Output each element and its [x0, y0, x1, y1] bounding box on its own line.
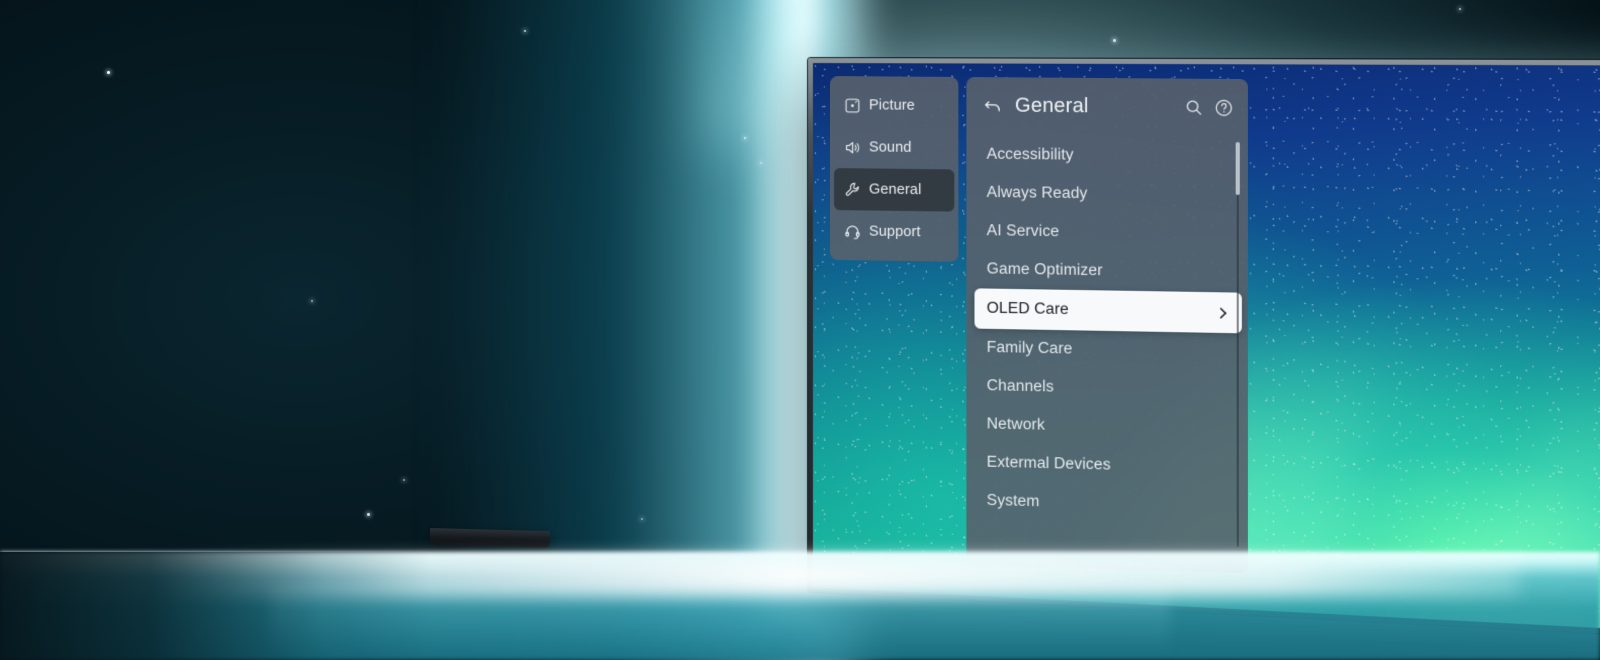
wrench-icon [844, 181, 861, 198]
chevron-right-icon [1216, 306, 1229, 319]
menu-item-label: Extermal Devices [987, 454, 1111, 475]
star [524, 30, 526, 32]
sidebar-item-label: Picture [869, 97, 915, 113]
sidebar-item-label: Sound [869, 139, 912, 155]
star [367, 513, 370, 516]
menu-item-label: Family Care [987, 339, 1073, 359]
sidebar-item-label: Support [869, 224, 921, 241]
menu-item-label: OLED Care [987, 300, 1069, 320]
settings-overlay: Picture Sound General [830, 76, 1248, 573]
scene-root: Picture Sound General [0, 0, 1600, 660]
menu-item-game-optimizer[interactable]: Game Optimizer [966, 250, 1248, 293]
sidebar-item-picture[interactable]: Picture [834, 84, 954, 127]
star [641, 518, 643, 520]
menu-item-label: Network [987, 415, 1045, 434]
menu-item-always-ready[interactable]: Always Ready [966, 174, 1248, 216]
menu-scrollbar-track[interactable] [1237, 142, 1239, 547]
menu-item-label: Channels [987, 377, 1054, 396]
sidebar-item-support[interactable]: Support [834, 210, 954, 254]
settings-sidebar: Picture Sound General [830, 76, 958, 262]
menu-item-accessibility[interactable]: Accessibility [966, 135, 1248, 176]
star [107, 71, 110, 74]
floor-left-shadow [0, 552, 430, 660]
headset-icon [844, 223, 861, 240]
star [744, 137, 746, 139]
search-icon[interactable] [1184, 97, 1204, 116]
menu-item-system[interactable]: System [966, 481, 1248, 526]
picture-icon [844, 97, 861, 114]
menu-item-label: Accessibility [987, 146, 1074, 165]
page-title: General [1015, 94, 1089, 118]
sound-icon [844, 139, 861, 156]
settings-detail-panel: General [966, 77, 1248, 573]
tv-stand-foot [430, 528, 550, 547]
menu-item-network[interactable]: Network [966, 405, 1248, 450]
menu-item-channels[interactable]: Channels [966, 367, 1248, 411]
menu-scrollbar-thumb[interactable] [1236, 142, 1240, 195]
sidebar-item-general[interactable]: General [834, 168, 954, 212]
menu-item-oled-care[interactable]: OLED Care [975, 288, 1242, 333]
general-menu-list: Accessibility Always Ready AI Service Ga… [966, 133, 1248, 537]
star [311, 300, 313, 302]
star [1459, 8, 1461, 10]
menu-item-label: Always Ready [987, 184, 1088, 203]
star [1113, 39, 1116, 42]
detail-header: General [966, 77, 1248, 136]
menu-item-family-care[interactable]: Family Care [966, 328, 1248, 372]
menu-item-label: AI Service [987, 222, 1060, 241]
sidebar-item-label: General [869, 181, 921, 198]
menu-item-ai-service[interactable]: AI Service [966, 212, 1248, 254]
header-actions [1184, 97, 1233, 117]
sidebar-item-sound[interactable]: Sound [834, 126, 954, 169]
menu-item-label: Game Optimizer [987, 260, 1103, 280]
star [760, 162, 762, 164]
star [403, 479, 405, 481]
help-icon[interactable] [1214, 98, 1234, 117]
back-arrow-icon[interactable] [983, 95, 1003, 115]
menu-item-label: System [987, 492, 1040, 511]
